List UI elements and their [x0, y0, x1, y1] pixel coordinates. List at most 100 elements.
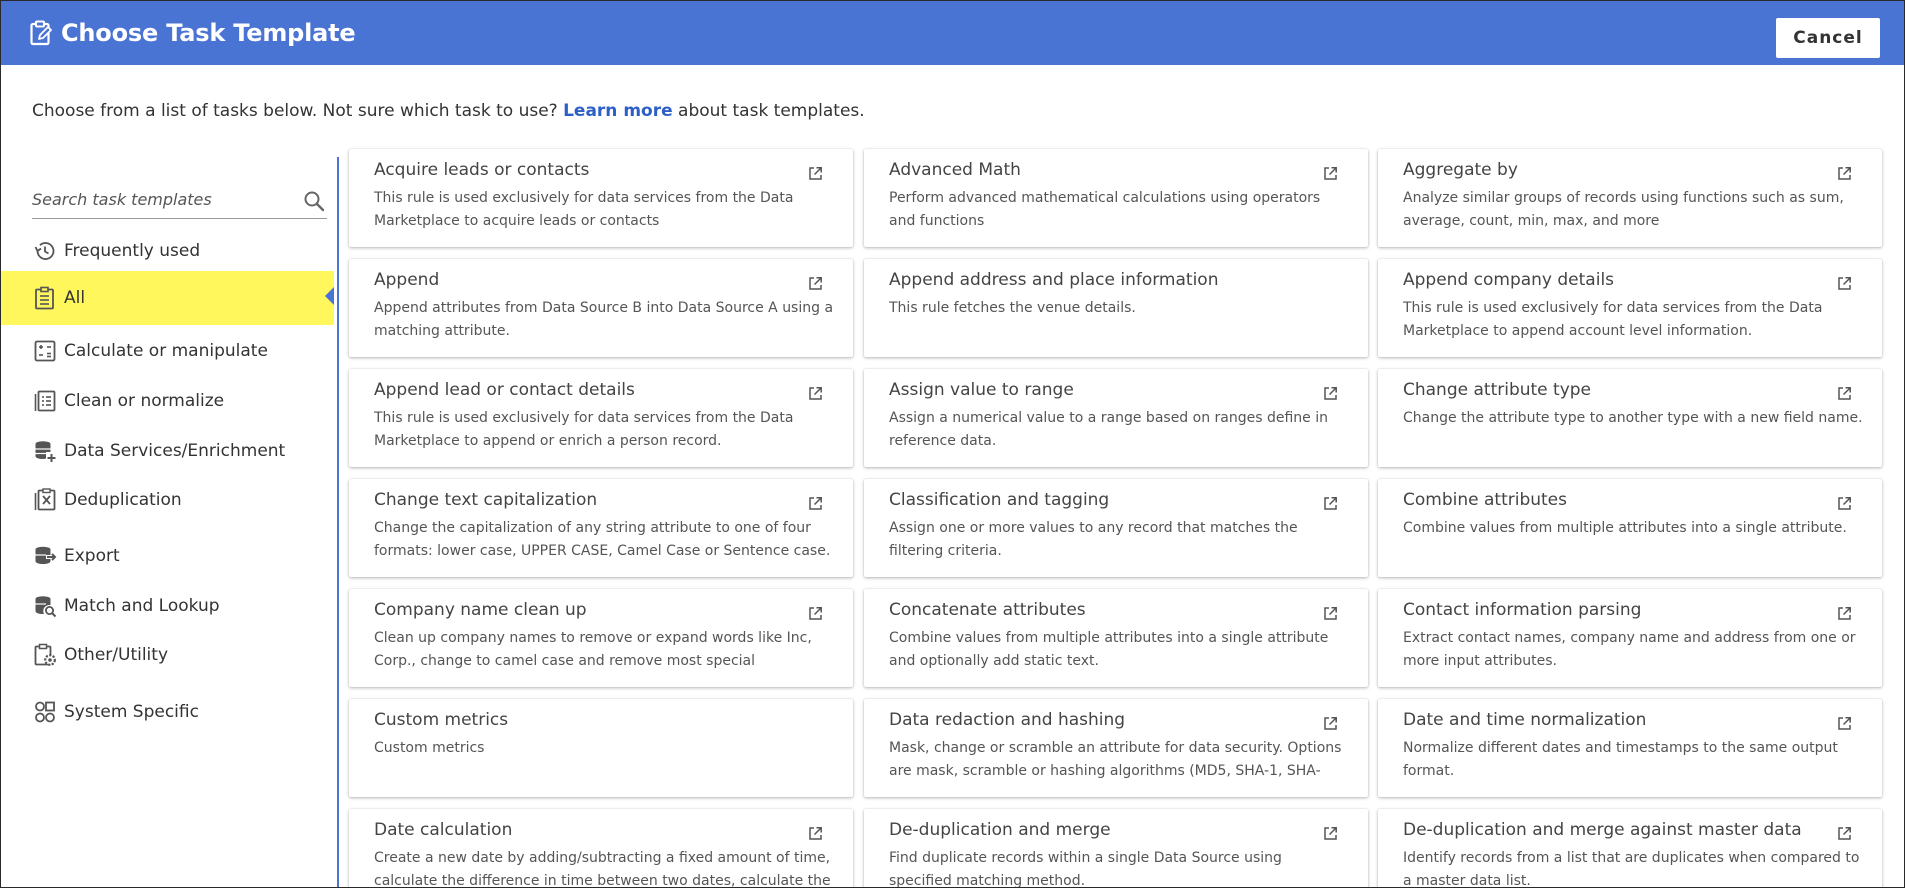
clipboard-edit-icon	[29, 20, 53, 46]
sidebar-item-deduplication[interactable]: Deduplication	[1, 475, 337, 525]
task-template-dialog: Choose Task Template Cancel Choose from …	[0, 0, 1905, 888]
external-link-icon[interactable]	[1323, 496, 1338, 511]
template-card[interactable]: Aggregate by Analyze similar groups of r…	[1378, 149, 1882, 247]
card-title: Change attribute type	[1403, 380, 1592, 400]
clean-list-icon	[33, 389, 57, 413]
sidebar-item-label: Match and Lookup	[64, 596, 220, 616]
external-link-icon[interactable]	[808, 276, 823, 291]
card-title: De-duplication and merge against master …	[1403, 820, 1802, 840]
external-link-icon[interactable]	[1323, 716, 1338, 731]
external-link-icon[interactable]	[1837, 606, 1852, 621]
external-link-icon[interactable]	[1837, 166, 1852, 181]
card-title: Date calculation	[374, 820, 513, 840]
sidebar-item-label: All	[64, 288, 86, 308]
card-description: Identify records from a list that are du…	[1403, 850, 1860, 888]
external-link-icon[interactable]	[1323, 826, 1338, 841]
template-card[interactable]: Assign value to range Assign a numerical…	[864, 369, 1368, 467]
sidebar-item-match-and-lookup[interactable]: Match and Lookup	[1, 581, 337, 631]
history-icon	[33, 239, 57, 263]
intro-text-before: Choose from a list of tasks below. Not s…	[32, 101, 564, 121]
external-link-icon[interactable]	[1837, 496, 1852, 511]
external-link-icon[interactable]	[808, 166, 823, 181]
dialog-title: Choose Task Template	[61, 19, 356, 47]
card-title: Append company details	[1403, 270, 1615, 290]
template-card[interactable]: Change text capitalization Change the ca…	[349, 479, 853, 577]
sidebar-item-export[interactable]: Export	[1, 531, 337, 581]
card-description: This rule is used exclusively for data s…	[374, 190, 794, 229]
template-card[interactable]: Append company details This rule is used…	[1378, 259, 1882, 357]
external-link-icon[interactable]	[1323, 386, 1338, 401]
template-card[interactable]: Change attribute type Change the attribu…	[1378, 369, 1882, 467]
card-description: Assign a numerical value to a range base…	[889, 410, 1329, 449]
template-card[interactable]: Date calculation Create a new date by ad…	[349, 809, 853, 887]
card-description: Change the capitalization of any string …	[374, 520, 831, 559]
template-card[interactable]: Combine attributes Combine values from m…	[1378, 479, 1882, 577]
sidebar-item-data-services-enrichment[interactable]: Data Services/Enrichment	[1, 426, 337, 476]
card-description: Assign one or more values to any record …	[889, 520, 1298, 559]
template-card[interactable]: Acquire leads or contacts This rule is u…	[349, 149, 853, 247]
learn-more-link[interactable]: Learn more	[563, 101, 673, 121]
sidebar-item-label: Other/Utility	[64, 645, 169, 665]
search-icon[interactable]	[303, 190, 325, 212]
sidebar-item-label: Export	[64, 546, 120, 566]
sidebar-item-label: Deduplication	[64, 490, 182, 510]
sidebar-item-label: Calculate or manipulate	[64, 341, 268, 361]
external-link-icon[interactable]	[1837, 826, 1852, 841]
card-description: Perform advanced mathematical calculatio…	[889, 190, 1321, 229]
cancel-button[interactable]: Cancel	[1776, 18, 1880, 58]
sidebar-item-clean-or-normalize[interactable]: Clean or normalize	[1, 376, 337, 426]
card-title: Change text capitalization	[374, 490, 598, 510]
external-link-icon[interactable]	[1323, 606, 1338, 621]
external-link-icon[interactable]	[808, 386, 823, 401]
search-input[interactable]	[32, 184, 287, 215]
template-card[interactable]: Advanced Math Perform advanced mathemati…	[864, 149, 1368, 247]
card-title: De-duplication and merge	[889, 820, 1111, 840]
external-link-icon[interactable]	[1323, 166, 1338, 181]
calculator-icon	[33, 339, 57, 363]
sidebar-item-system-specific[interactable]: System Specific	[1, 687, 337, 737]
card-title: Date and time normalization	[1403, 710, 1647, 730]
shapes-icon	[33, 700, 57, 724]
card-description: Extract contact names, company name and …	[1403, 630, 1856, 669]
card-description: Change the attribute type to another typ…	[1403, 410, 1863, 426]
external-link-icon[interactable]	[1837, 386, 1852, 401]
external-link-icon[interactable]	[808, 606, 823, 621]
database-search-icon	[33, 594, 57, 618]
external-link-icon[interactable]	[808, 826, 823, 841]
template-card[interactable]: Company name clean up Clean up company n…	[349, 589, 853, 687]
sidebar-item-all[interactable]: All	[1, 271, 334, 325]
card-description: Normalize different dates and timestamps…	[1403, 740, 1838, 779]
card-description: Append attributes from Data Source B int…	[374, 300, 834, 339]
card-title: Combine attributes	[1403, 490, 1567, 510]
template-card[interactable]: De-duplication and merge Find duplicate …	[864, 809, 1368, 887]
card-description: This rule is used exclusively for data s…	[1403, 300, 1823, 339]
sidebar-item-frequently-used[interactable]: Frequently used	[1, 226, 337, 276]
template-card[interactable]: Data redaction and hashing Mask, change …	[864, 699, 1368, 797]
external-link-icon[interactable]	[1837, 716, 1852, 731]
card-description: Clean up company names to remove or expa…	[374, 630, 812, 669]
card-title: Data redaction and hashing	[889, 710, 1126, 730]
card-description: Mask, change or scramble an attribute fo…	[889, 740, 1342, 779]
template-card[interactable]: Append Append attributes from Data Sourc…	[349, 259, 853, 357]
sidebar-item-calculate-or-manipulate[interactable]: Calculate or manipulate	[1, 326, 337, 376]
card-description: This rule is used exclusively for data s…	[374, 410, 794, 449]
card-description: Custom metrics	[374, 740, 485, 756]
template-card[interactable]: Concatenate attributes Combine values fr…	[864, 589, 1368, 687]
card-title: Concatenate attributes	[889, 600, 1086, 620]
card-title: Acquire leads or contacts	[374, 160, 590, 180]
template-card[interactable]: Append address and place information Thi…	[864, 259, 1368, 357]
external-link-icon[interactable]	[808, 496, 823, 511]
card-title: Custom metrics	[374, 710, 509, 730]
template-card[interactable]: Classification and tagging Assign one or…	[864, 479, 1368, 577]
template-card[interactable]: Date and time normalization Normalize di…	[1378, 699, 1882, 797]
template-card[interactable]: Custom metrics Custom metrics	[349, 699, 853, 797]
database-plus-icon	[33, 439, 57, 463]
external-link-icon[interactable]	[1837, 276, 1852, 291]
template-card[interactable]: Contact information parsing Extract cont…	[1378, 589, 1882, 687]
card-description: Analyze similar groups of records using …	[1403, 190, 1844, 229]
template-card[interactable]: Append lead or contact details This rule…	[349, 369, 853, 467]
dedupe-icon	[33, 488, 57, 512]
card-description: Combine values from multiple attributes …	[889, 630, 1329, 669]
sidebar-item-other-utility[interactable]: Other/Utility	[1, 630, 337, 680]
template-card[interactable]: De-duplication and merge against master …	[1378, 809, 1882, 888]
